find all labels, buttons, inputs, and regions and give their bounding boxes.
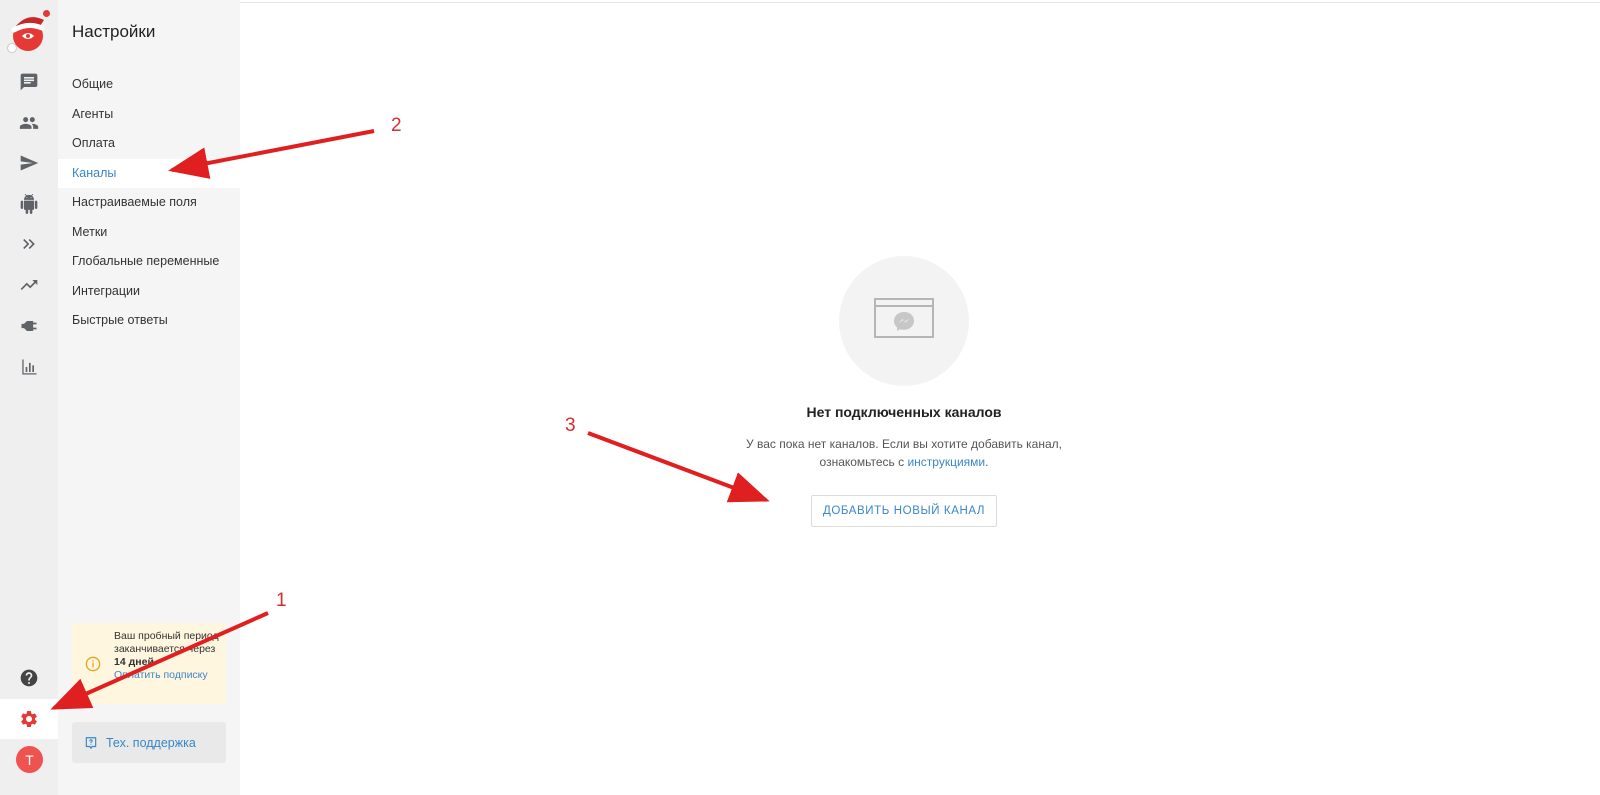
empty-state-desc-suffix: .: [985, 455, 989, 469]
plug-icon[interactable]: [17, 314, 41, 338]
menu-item-integrations[interactable]: Интеграции: [58, 277, 240, 307]
logo-icon[interactable]: [6, 10, 50, 54]
add-channel-button[interactable]: ДОБАВИТЬ НОВЫЙ КАНАЛ: [811, 495, 997, 527]
annotation-number-3: 3: [565, 415, 576, 436]
chat-icon[interactable]: [17, 70, 41, 94]
trial-days: 14 дней: [114, 656, 154, 668]
instructions-link[interactable]: инструкциями: [907, 455, 985, 469]
forward-icon[interactable]: [17, 232, 41, 256]
menu-item-agents[interactable]: Агенты: [58, 100, 240, 130]
menu-item-general[interactable]: Общие: [58, 70, 240, 100]
avatar-initial: T: [25, 751, 34, 768]
trial-notice: Ваш пробный период заканчивается через 1…: [72, 623, 226, 704]
menu-item-custom-fields[interactable]: Настраиваемые поля: [58, 188, 240, 218]
trial-text: Ваш пробный период заканчивается через 1…: [114, 630, 224, 682]
avatar[interactable]: T: [16, 746, 43, 773]
menu-item-channels[interactable]: Каналы: [58, 158, 240, 188]
top-divider: [240, 2, 1600, 3]
settings-panel: Настройки Общие Агенты Оплата Каналы Нас…: [58, 0, 240, 795]
messenger-window-icon: [874, 298, 934, 338]
annotation-number-1: 1: [276, 590, 287, 611]
menu-item-global-variables[interactable]: Глобальные переменные: [58, 247, 240, 277]
menu-item-quick-replies[interactable]: Быстрые ответы: [58, 306, 240, 336]
trial-line: Ваш пробный период заканчивается через: [114, 630, 219, 655]
support-icon: [85, 736, 97, 749]
people-icon[interactable]: [17, 111, 41, 135]
annotation-layer: [50, 129, 770, 710]
support-label: Тех. поддержка: [106, 735, 196, 750]
page-title: Настройки: [72, 22, 156, 41]
menu-item-tags[interactable]: Метки: [58, 218, 240, 248]
empty-state-title: Нет подключенных каналов: [806, 404, 1002, 420]
send-icon[interactable]: [17, 151, 41, 175]
trending-icon[interactable]: [17, 273, 41, 297]
help-icon[interactable]: [17, 666, 41, 690]
bot-icon[interactable]: [17, 192, 41, 216]
icon-rail: T: [0, 0, 58, 795]
settings-menu: Общие Агенты Оплата Каналы Настраиваемые…: [58, 70, 240, 336]
notification-dot: [43, 10, 50, 17]
support-button[interactable]: Тех. поддержка: [72, 722, 226, 763]
empty-state-description: У вас пока нет каналов. Если вы хотите д…: [740, 435, 1068, 471]
empty-state-desc-text: У вас пока нет каналов. Если вы хотите д…: [746, 437, 1062, 469]
trial-period: .: [153, 656, 157, 668]
bar-chart-icon[interactable]: [17, 355, 41, 379]
pay-subscription-link[interactable]: Оплатить подписку: [114, 669, 208, 681]
app-root: T Настройки Общие Агенты Оплата Каналы Н…: [0, 0, 1600, 795]
gear-icon[interactable]: [17, 707, 41, 731]
info-icon: [85, 656, 101, 672]
empty-state-illustration: [839, 256, 969, 386]
menu-item-billing[interactable]: Оплата: [58, 129, 240, 159]
annotation-number-2: 2: [391, 115, 402, 136]
